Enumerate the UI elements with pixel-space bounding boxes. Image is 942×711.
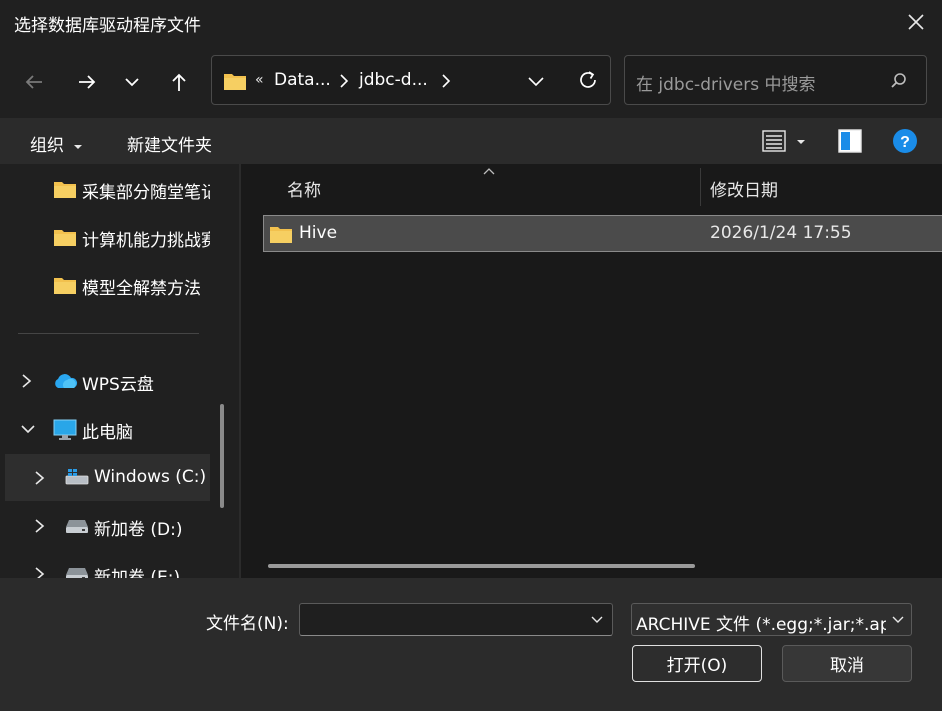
organize-menu[interactable]: 组织 — [30, 131, 83, 156]
chevron-down-icon — [125, 78, 139, 87]
sidebar-item-label: WPS云盘 — [82, 375, 154, 395]
open-button[interactable]: 打开(O) — [632, 645, 762, 682]
filename-input[interactable] — [299, 603, 613, 636]
chevron-down-icon — [892, 616, 904, 623]
breadcrumb-item[interactable]: Data... — [274, 70, 331, 90]
back-button[interactable] — [20, 68, 48, 96]
filename-label: 文件名(N): — [206, 614, 289, 634]
horizontal-scrollbar[interactable] — [268, 564, 695, 568]
preview-pane-button[interactable] — [838, 129, 864, 158]
svg-text:?: ? — [900, 134, 910, 151]
sidebar-folder-item[interactable]: 采集部分随堂笔记 — [0, 167, 212, 211]
file-type-select[interactable]: ARCHIVE 文件 (*.egg;*.jar;*.ap — [631, 603, 912, 636]
file-name: Hive — [299, 223, 338, 243]
chevron-right-icon[interactable] — [338, 73, 350, 89]
sort-ascending-icon — [483, 168, 495, 175]
command-bar: 组织 新建文件夹 ? — [0, 118, 942, 164]
caret-down-icon — [797, 140, 805, 144]
forward-button[interactable] — [73, 68, 101, 96]
folder-icon — [270, 227, 292, 243]
search-icon[interactable] — [890, 72, 908, 90]
caret-down-icon — [74, 145, 83, 149]
chevron-right-icon[interactable] — [33, 516, 47, 536]
arrow-right-icon — [79, 75, 96, 89]
help-button[interactable]: ? — [892, 128, 918, 159]
new-folder-button[interactable]: 新建文件夹 — [127, 131, 212, 156]
cloud-icon — [55, 374, 78, 388]
chevron-right-icon[interactable] — [440, 73, 452, 89]
sidebar-folder-item[interactable]: 模型全解禁方法 — [0, 263, 212, 307]
file-type-value: ARCHIVE 文件 (*.egg;*.jar;*.ap — [636, 615, 886, 635]
close-icon — [908, 14, 924, 30]
chevron-right-icon[interactable] — [33, 468, 47, 488]
view-options-button[interactable] — [762, 129, 805, 158]
dialog-footer: 文件名(N): ARCHIVE 文件 (*.egg;*.jar;*.ap 打开(… — [0, 578, 942, 711]
arrow-up-icon — [172, 73, 186, 91]
search-box[interactable]: 在 jdbc-drivers 中搜索 — [624, 55, 927, 105]
folder-icon — [54, 278, 76, 294]
sidebar-item-this-pc[interactable]: 此电脑 — [0, 407, 212, 451]
computer-icon — [53, 419, 77, 440]
address-bar[interactable]: « Data... jdbc-d... — [211, 55, 611, 105]
refresh-icon[interactable] — [576, 68, 600, 92]
breadcrumb-item[interactable]: jdbc-d... — [359, 70, 428, 90]
sidebar-item-drive-d[interactable]: 新加卷 (D:) — [0, 504, 212, 548]
sidebar-item-label: 新加卷 (D:) — [94, 520, 183, 540]
title-bar: 选择数据库驱动程序文件 — [0, 0, 942, 46]
sidebar-item-label: 采集部分随堂笔记 — [82, 183, 210, 203]
sidebar-divider — [18, 333, 199, 334]
sidebar-item-drive-c[interactable]: Windows (C:) — [5, 454, 210, 501]
sidebar-scrollbar[interactable] — [220, 404, 224, 508]
overflow-marker[interactable]: « — [255, 72, 264, 88]
organize-label: 组织 — [30, 136, 64, 156]
up-button[interactable] — [165, 68, 193, 96]
sidebar-item-label: 模型全解禁方法 — [82, 279, 201, 299]
recent-locations-button[interactable] — [118, 68, 146, 96]
chevron-right-icon[interactable] — [33, 564, 47, 578]
column-divider[interactable] — [700, 168, 701, 206]
close-button[interactable] — [904, 10, 928, 34]
window-title: 选择数据库驱动程序文件 — [14, 16, 201, 36]
column-header-name[interactable]: 名称 — [287, 176, 321, 201]
preview-pane-icon — [838, 129, 862, 153]
windows-drive-icon — [65, 469, 89, 485]
navigation-pane[interactable]: 采集部分随堂笔记 计算机能力挑战赛 模型全解禁方法 WPS云盘 此电脑 Wind… — [0, 164, 239, 578]
folder-icon — [54, 182, 76, 198]
chevron-down-icon[interactable] — [590, 615, 604, 625]
sidebar-item-label: 此电脑 — [82, 423, 133, 443]
help-icon: ? — [893, 129, 917, 153]
details-view-icon — [762, 130, 786, 152]
folder-icon — [224, 74, 246, 90]
file-modified-date: 2026/1/24 17:55 — [710, 223, 852, 243]
navigation-bar: « Data... jdbc-d... 在 jdbc-drivers 中搜索 — [0, 46, 942, 118]
sidebar-folder-item[interactable]: 计算机能力挑战赛 — [0, 215, 212, 259]
chevron-right-icon[interactable] — [20, 371, 34, 391]
sidebar-item-label: 计算机能力挑战赛 — [82, 231, 210, 251]
arrow-left-icon — [25, 75, 42, 89]
file-list[interactable]: 名称 修改日期 Hive 2026/1/24 17:55 — [241, 164, 942, 578]
address-history-chevron-icon[interactable] — [526, 71, 546, 91]
chevron-down-icon[interactable] — [20, 419, 36, 439]
file-row[interactable]: Hive 2026/1/24 17:55 — [263, 215, 942, 252]
drive-icon — [66, 568, 88, 578]
column-header-modified[interactable]: 修改日期 — [710, 176, 778, 201]
sidebar-item-wps-cloud[interactable]: WPS云盘 — [0, 359, 212, 403]
folder-icon — [54, 230, 76, 246]
sidebar-item-label: 新加卷 (E:) — [94, 568, 181, 578]
search-placeholder: 在 jdbc-drivers 中搜索 — [636, 75, 816, 95]
cancel-button[interactable]: 取消 — [782, 645, 912, 682]
sidebar-item-label: Windows (C:) — [94, 467, 207, 487]
drive-icon — [66, 520, 88, 533]
sidebar-item-drive-e[interactable]: 新加卷 (E:) — [0, 552, 212, 578]
